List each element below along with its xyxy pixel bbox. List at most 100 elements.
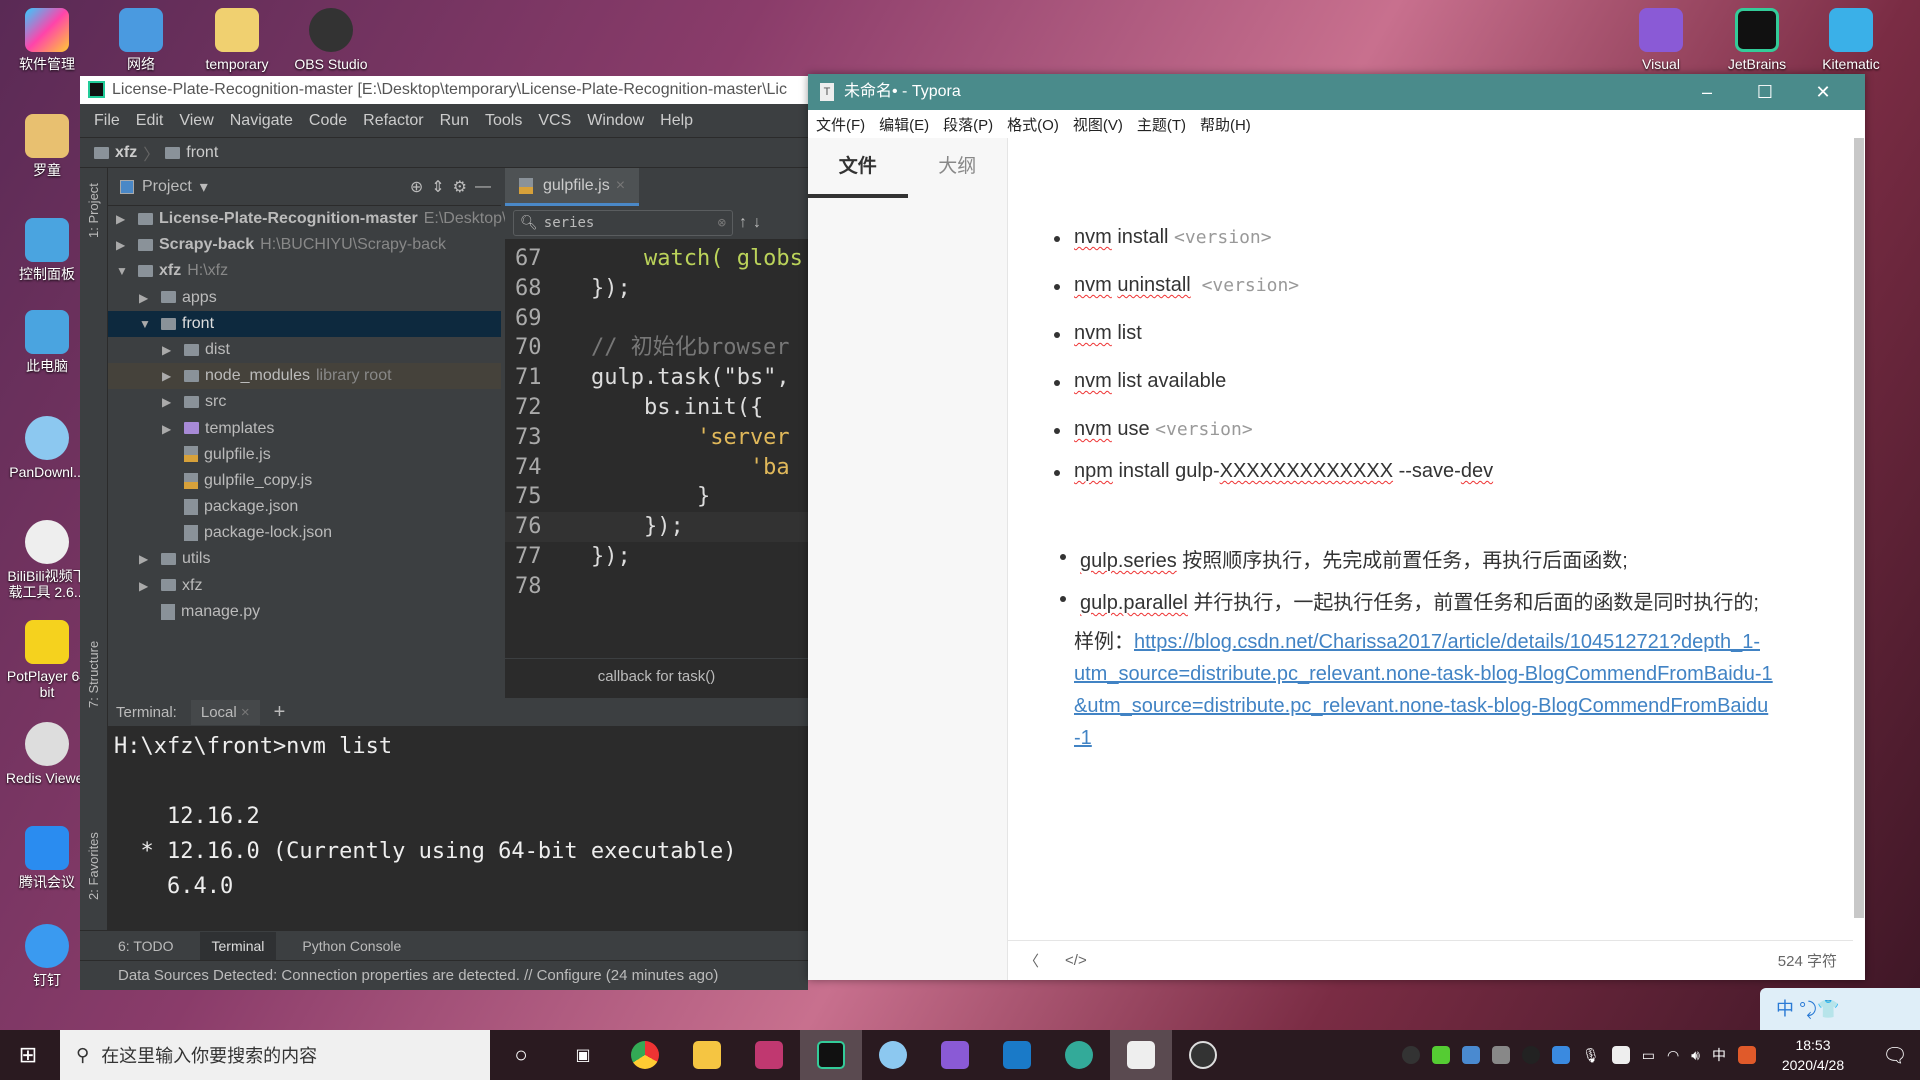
tree-item[interactable]: ▶ node_modules library root xyxy=(108,363,501,390)
tree-item[interactable]: package.json xyxy=(108,494,501,520)
tree-item[interactable]: ▶ License-Plate-Recognition-master E:\Desk… xyxy=(108,206,506,232)
list-item[interactable]: nvm install <version> xyxy=(1054,226,1272,249)
tab-favorites[interactable]: 2: Favorites xyxy=(86,832,101,900)
desktop-icon[interactable]: 软件管理 xyxy=(2,8,92,72)
clock[interactable]: 18:53 2020/4/28 xyxy=(1768,1035,1858,1075)
tree-item[interactable]: gulpfile_copy.js xyxy=(108,468,501,494)
notification-icon[interactable]: 🗨︎ xyxy=(1870,1043,1920,1068)
expand-arrow-icon[interactable]: ▶ xyxy=(116,232,125,258)
tree-item[interactable]: gulpfile.js xyxy=(108,442,501,468)
toggle-sidebar-icon[interactable]: 〈 xyxy=(1024,950,1039,971)
arrow-up-icon[interactable]: ↑ xyxy=(739,214,747,232)
scrollbar[interactable] xyxy=(1854,138,1864,918)
defender-icon[interactable] xyxy=(1611,1046,1630,1064)
chrome-icon[interactable] xyxy=(614,1030,676,1080)
tab-python-console[interactable]: Python Console xyxy=(302,938,401,954)
tree-item[interactable]: ▶ templates xyxy=(108,416,501,442)
gear-icon[interactable]: ⚙ xyxy=(453,177,467,197)
tp-tray-icon[interactable] xyxy=(1461,1046,1480,1064)
sogou-icon[interactable] xyxy=(1738,1046,1756,1064)
desktop-icon[interactable]: 腾讯会议 xyxy=(2,826,92,890)
desktop-icon[interactable]: 钉钉 xyxy=(2,924,92,988)
minimize-icon[interactable]: — xyxy=(475,178,491,196)
pycharm-icon[interactable] xyxy=(800,1030,862,1080)
menu-view[interactable]: 视图(V) xyxy=(1073,114,1123,135)
tab-outline[interactable]: 大纲 xyxy=(908,138,1008,198)
tab-todo[interactable]: 6: TODO xyxy=(118,938,174,954)
menu-vcs[interactable]: VCS xyxy=(530,112,579,130)
list-item[interactable]: nvm uninstall <version> xyxy=(1053,274,1299,297)
add-terminal-button[interactable]: + xyxy=(274,701,286,724)
example-link[interactable]: https://blog.csdn.net/Charissa2017/artic… xyxy=(1074,631,1773,749)
obs-icon[interactable] xyxy=(1172,1030,1234,1080)
close-icon[interactable]: × xyxy=(241,704,250,721)
menu-code[interactable]: Code xyxy=(301,112,355,130)
tree-item[interactable]: ▼ front xyxy=(108,310,501,337)
collapse-icon[interactable]: ⇕ xyxy=(431,177,444,197)
terminal-tab-local[interactable]: Local × xyxy=(190,699,260,725)
menu-file[interactable]: 文件(F) xyxy=(816,114,865,135)
vscode-icon[interactable] xyxy=(986,1030,1048,1080)
tab-files[interactable]: 文件 xyxy=(808,138,908,198)
tree-item[interactable]: manage.py xyxy=(108,599,501,625)
expand-arrow-icon[interactable]: ▶ xyxy=(139,546,148,572)
tree-item[interactable]: ▶ apps xyxy=(108,285,501,311)
expand-arrow-icon[interactable]: ▶ xyxy=(162,363,171,389)
close-button[interactable]: ✕ xyxy=(1794,74,1852,110)
tree-item[interactable]: package-lock.json xyxy=(108,520,501,546)
task-view-icon[interactable]: ▣ xyxy=(552,1030,614,1080)
qq-icon[interactable] xyxy=(1521,1046,1540,1064)
list-item[interactable]: gulp.parallel 并行执行，一起执行任务，前置任务和后面的函数是同时执… xyxy=(1060,586,1759,615)
breadcrumb-xfz[interactable]: xfz xyxy=(115,144,137,162)
arrow-tray-icon[interactable] xyxy=(1431,1046,1450,1064)
wifi-icon[interactable]: ◠ xyxy=(1667,1047,1679,1064)
desktop-icon[interactable]: Kitematic xyxy=(1806,8,1896,72)
menu-edit[interactable]: Edit xyxy=(128,112,172,130)
tab-gulpfile[interactable]: gulpfile.js × xyxy=(505,168,640,206)
desktop-icon[interactable]: Visual xyxy=(1616,8,1706,72)
input-method[interactable]: 中 xyxy=(1712,1045,1726,1065)
source-code-icon[interactable]: </> xyxy=(1065,952,1087,969)
tree-item[interactable]: ▶ dist xyxy=(108,337,501,363)
collapse-arrow-icon[interactable]: ▼ xyxy=(116,258,128,284)
menu-format[interactable]: 格式(O) xyxy=(1007,114,1059,135)
menu-paragraph[interactable]: 段落(P) xyxy=(943,114,993,135)
desktop-icon[interactable]: OBS Studio xyxy=(286,8,376,72)
cortana-icon[interactable]: ○ xyxy=(490,1030,552,1080)
menu-help[interactable]: Help xyxy=(652,112,701,130)
list-item[interactable]: nvm list available xyxy=(1053,370,1226,393)
expand-arrow-icon[interactable]: ▶ xyxy=(116,206,125,232)
battery-icon[interactable]: ▭ xyxy=(1642,1047,1655,1064)
tab-structure[interactable]: 7: Structure xyxy=(86,641,101,708)
desktop-icon[interactable]: 罗童 xyxy=(2,114,92,178)
desktop-icon[interactable]: PotPlayer 64 bit xyxy=(2,620,92,700)
desktop-icon[interactable]: temporary xyxy=(192,8,282,72)
tree-item[interactable]: ▶ xfz xyxy=(108,573,501,599)
file-explorer-icon[interactable] xyxy=(676,1030,738,1080)
list-item[interactable]: nvm list xyxy=(1054,322,1142,345)
collapse-arrow-icon[interactable]: ▼ xyxy=(139,311,151,337)
tree-item[interactable]: ▶ utils xyxy=(108,546,501,572)
baidu-netdisk-icon[interactable] xyxy=(862,1030,924,1080)
list-item[interactable]: gulp.series 按照顺序执行，先完成前置任务，再执行后面函数; xyxy=(1060,544,1628,573)
desktop-icon[interactable]: 控制面板 xyxy=(2,218,92,282)
menu-view[interactable]: View xyxy=(171,112,221,130)
maximize-button[interactable]: ☐ xyxy=(1736,74,1794,110)
menu-help[interactable]: 帮助(H) xyxy=(1200,114,1251,135)
menu-edit[interactable]: 编辑(E) xyxy=(879,114,929,135)
desktop-icon[interactable]: 此电脑 xyxy=(2,310,92,374)
locate-icon[interactable]: ⊕ xyxy=(410,177,423,197)
desktop-icon[interactable]: PanDownl... xyxy=(2,416,92,480)
volume-icon[interactable]: 🔊︎ xyxy=(1691,1047,1700,1064)
typora-icon[interactable] xyxy=(1110,1030,1172,1080)
visual-studio-icon[interactable] xyxy=(924,1030,986,1080)
taskbar-search[interactable]: ⚲ 在这里输入你要搜索的内容 xyxy=(60,1030,490,1080)
minimize-button[interactable]: – xyxy=(1678,74,1736,110)
list-item[interactable]: nvm use <version> xyxy=(1054,418,1253,441)
expand-arrow-icon[interactable]: ▶ xyxy=(162,416,171,442)
menu-run[interactable]: Run xyxy=(432,112,477,130)
device-tray-icon[interactable] xyxy=(1491,1046,1510,1064)
menu-theme[interactable]: 主题(T) xyxy=(1137,114,1186,135)
search-input[interactable]: 🔍︎ series ⊗ xyxy=(513,209,733,236)
obs-tray-icon[interactable] xyxy=(1401,1046,1420,1064)
